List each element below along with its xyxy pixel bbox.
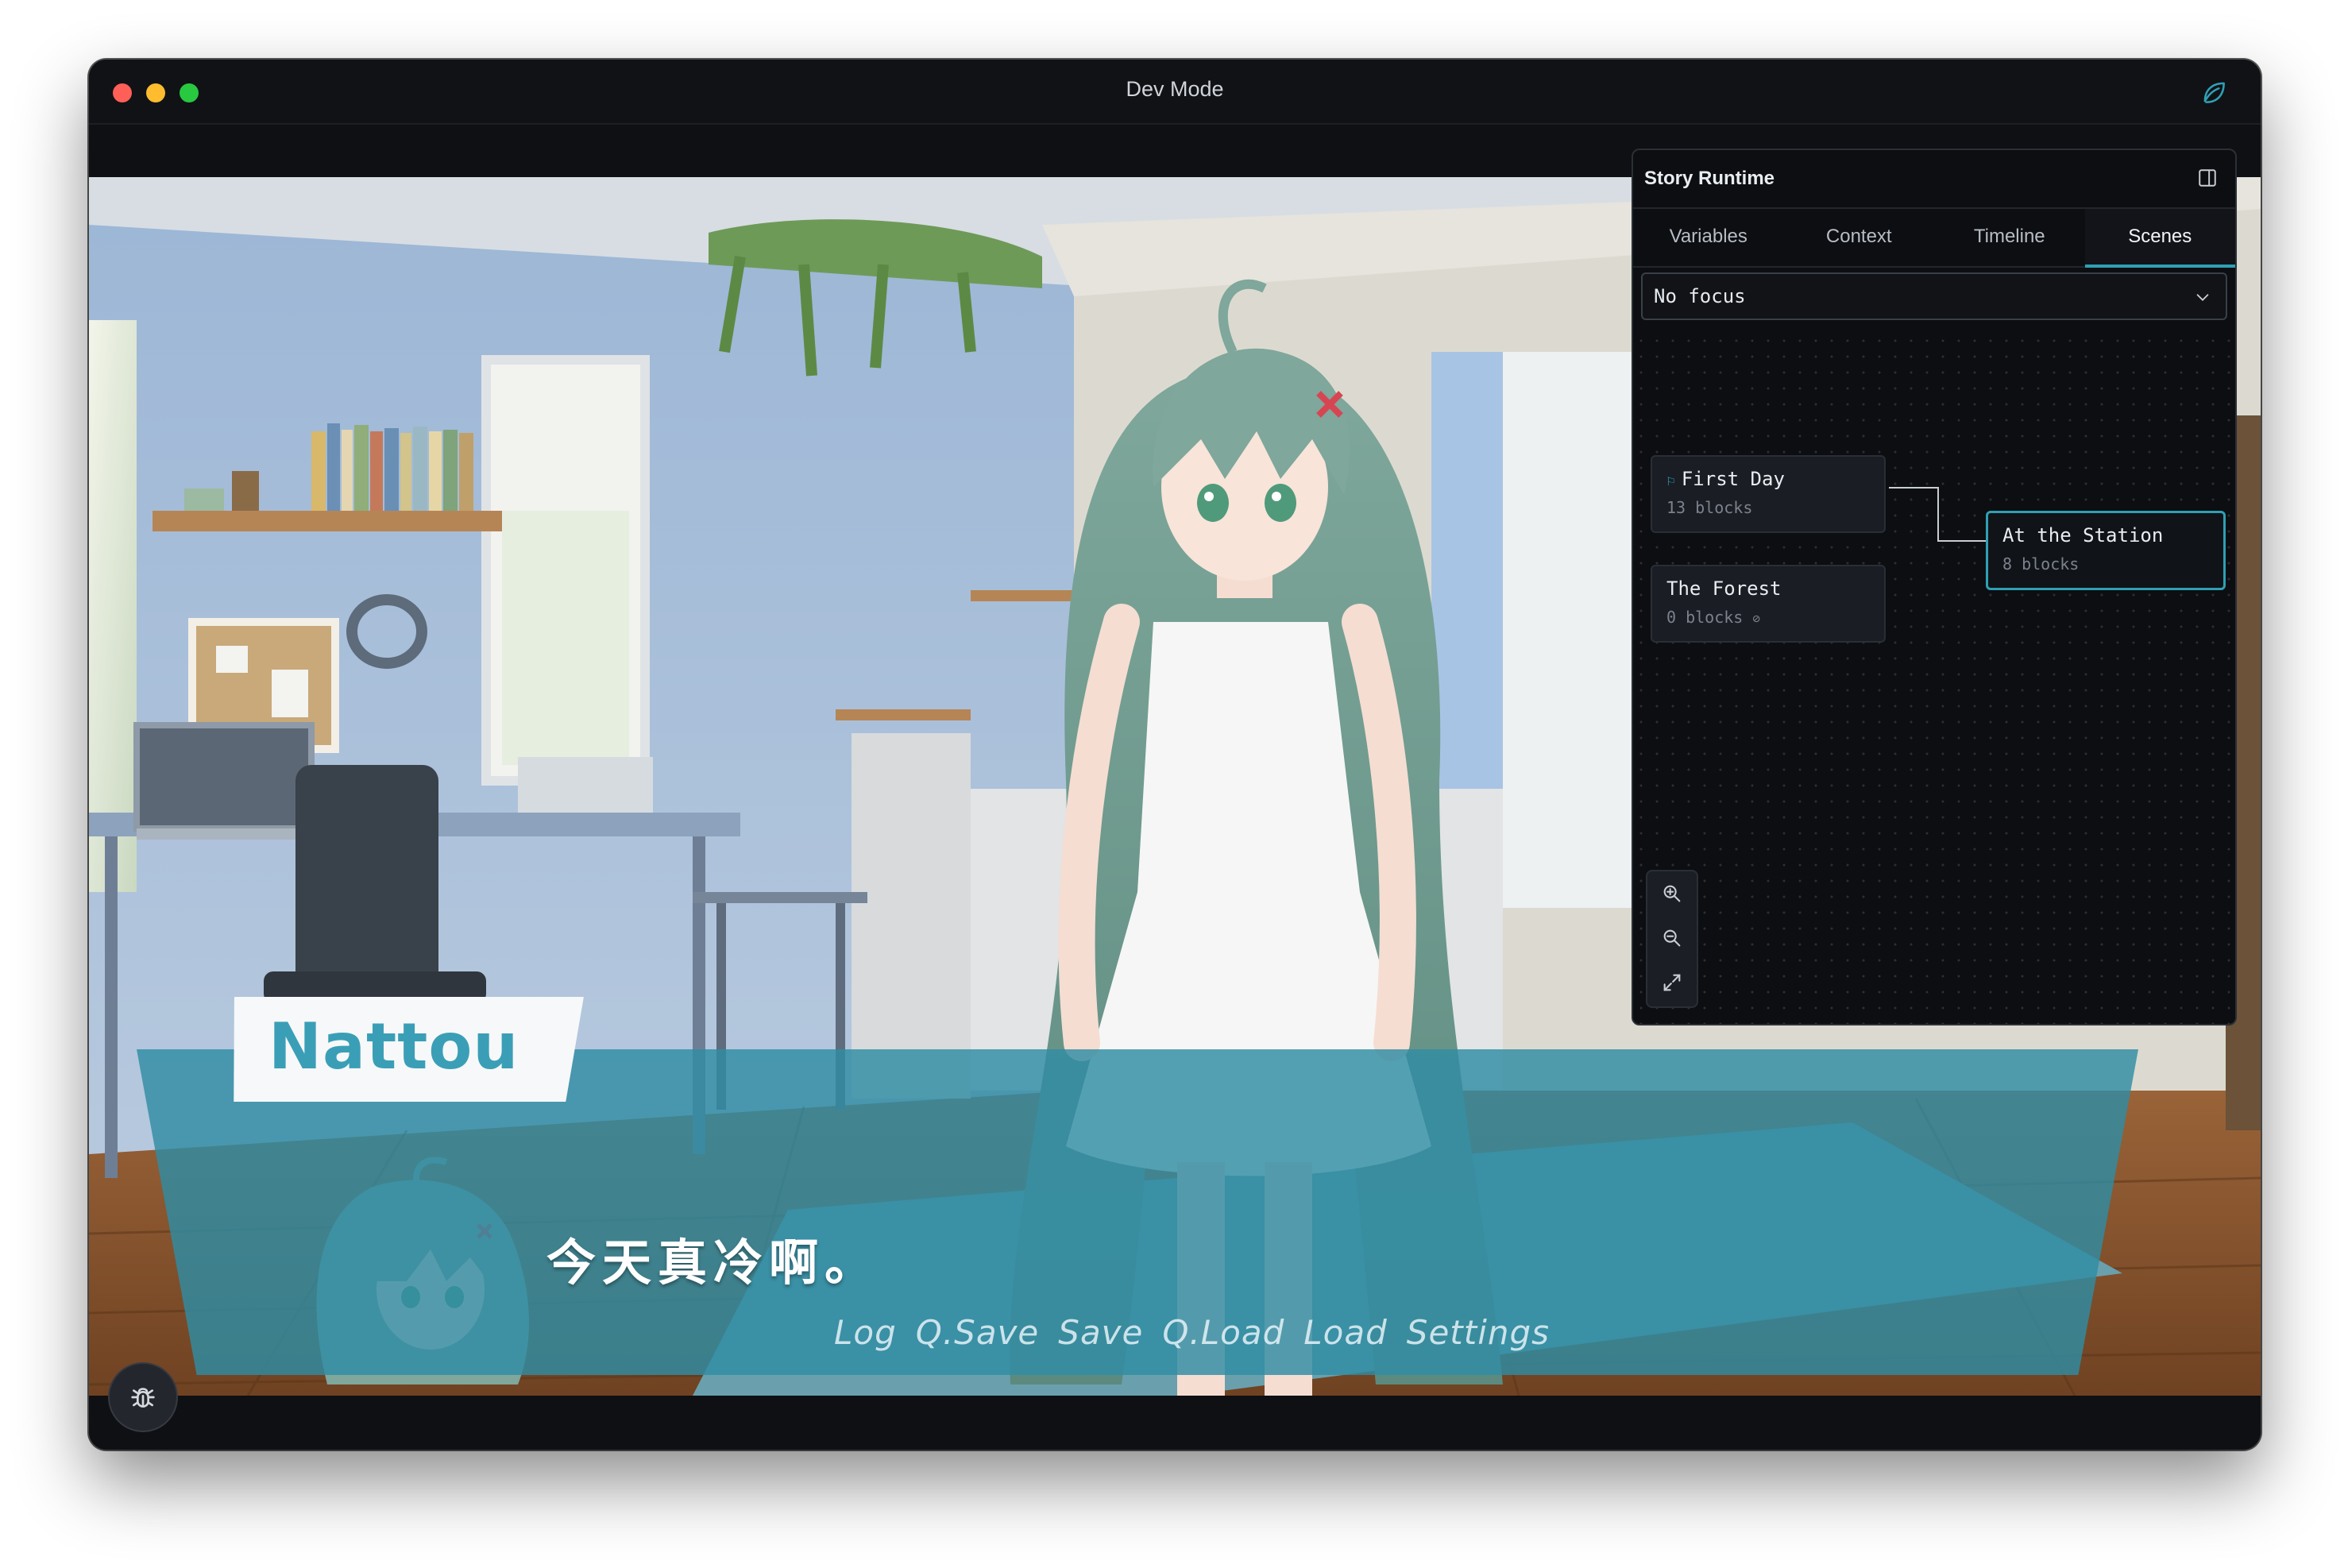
menu-load[interactable]: Load — [1303, 1313, 1388, 1352]
tab-timeline[interactable]: Timeline — [1934, 209, 2085, 266]
scene-node-first-day[interactable]: ⚐ First Day 13 blocks — [1651, 455, 1886, 533]
scene-node-the-forest[interactable]: The Forest 0 blocks ⊘ — [1651, 565, 1886, 643]
scene-block-count: 13 blocks — [1666, 498, 1753, 517]
menu-quick-save[interactable]: Q.Save — [916, 1313, 1040, 1352]
scene-graph-canvas[interactable]: ⚐ First Day 13 blocks The Forest 0 blocks… — [1633, 333, 2235, 1024]
panel-tabs: Variables Context Timeline Scenes — [1633, 209, 2235, 268]
scene-block-count: 0 blocks — [1666, 608, 1744, 627]
zoom-controls — [1646, 870, 1698, 1008]
fit-view-icon[interactable] — [1661, 971, 1683, 994]
zoom-in-icon[interactable] — [1661, 882, 1683, 905]
speaker-name: Nattou — [268, 1010, 519, 1083]
unreachable-icon: ⊘ — [1752, 611, 1761, 626]
focus-select[interactable]: No focus — [1641, 272, 2227, 320]
scene-name: At the Station — [2002, 524, 2164, 546]
tab-context[interactable]: Context — [1784, 209, 1935, 266]
panel-title: Story Runtime — [1644, 168, 1775, 189]
flag-icon: ⚐ — [1666, 473, 1675, 489]
sidebar-toggle-icon[interactable] — [2197, 168, 2218, 188]
scene-name: First Day — [1681, 468, 1785, 490]
scene-block-count: 8 blocks — [2002, 554, 2080, 574]
bottom-strip — [89, 1396, 2261, 1450]
title-bar: Dev Mode — [89, 60, 2261, 125]
story-runtime-panel: Story Runtime Variables Context Timeline… — [1632, 149, 2237, 1025]
scene-node-at-the-station[interactable]: At the Station 8 blocks — [1986, 511, 2226, 590]
menu-settings[interactable]: Settings — [1407, 1313, 1550, 1352]
panel-header: Story Runtime — [1633, 150, 2235, 209]
chevron-down-icon — [2196, 294, 2209, 301]
menu-quick-load[interactable]: Q.Load — [1162, 1313, 1284, 1352]
scene-connector — [1889, 487, 1992, 545]
window-title: Dev Mode — [1126, 77, 1224, 101]
scene-name: The Forest — [1666, 577, 1782, 600]
debug-toggle-button[interactable] — [108, 1362, 178, 1432]
focus-select-value: No focus — [1654, 285, 1746, 307]
menu-log[interactable]: Log — [834, 1313, 897, 1352]
tab-scenes[interactable]: Scenes — [2084, 209, 2235, 268]
app-window: Dev Mode Nattou 今天真冷啊。 Log Q.Save Save Q… — [89, 60, 2261, 1450]
tab-variables[interactable]: Variables — [1633, 209, 1784, 266]
zoom-out-icon[interactable] — [1661, 927, 1683, 949]
leaf-icon[interactable] — [2199, 77, 2229, 107]
bug-icon — [131, 1388, 155, 1408]
dialogue-text: 今天真冷啊。 — [546, 1234, 881, 1292]
menu-save[interactable]: Save — [1058, 1313, 1143, 1352]
quick-menu: Log Q.Save Save Q.Load Load Settings — [834, 1313, 1550, 1352]
